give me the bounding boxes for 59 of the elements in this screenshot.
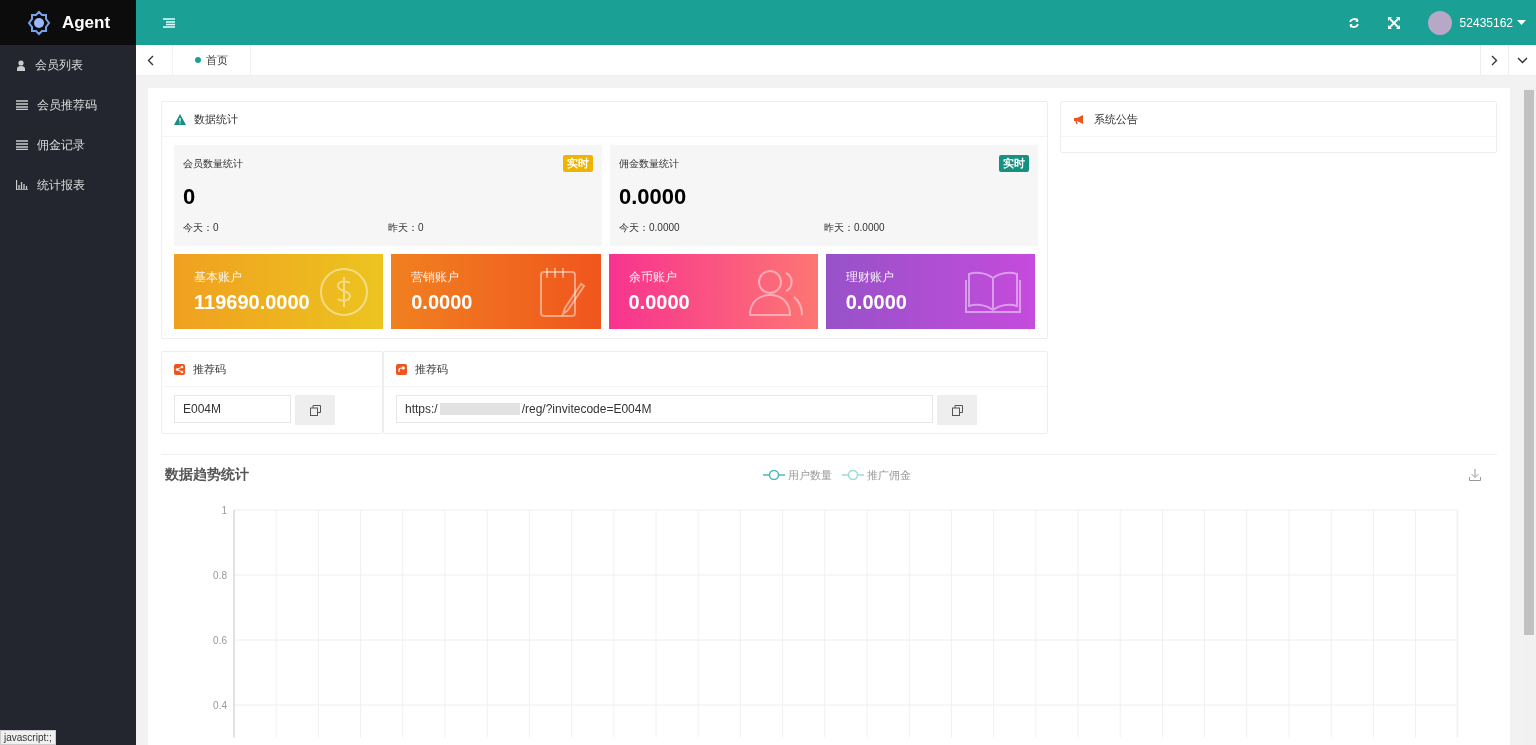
account-value: 0.0000	[411, 291, 473, 314]
y-tick-label: 1	[221, 505, 227, 516]
badge: 实时	[563, 155, 593, 172]
copy-button[interactable]	[937, 395, 977, 425]
tab[interactable]: 首页	[172, 45, 251, 75]
y-tick-label: 0.8	[213, 570, 227, 581]
share-icon	[174, 363, 185, 375]
list-icon	[16, 100, 28, 110]
copy-button[interactable]	[295, 395, 335, 425]
caret-icon[interactable]	[1517, 19, 1526, 26]
sidebar-item[interactable]: 佣金记录	[0, 125, 136, 165]
badge: 实时	[999, 155, 1029, 172]
summary-title: 佣金数量统计	[619, 156, 679, 171]
y-tick-label: 0.6	[213, 635, 227, 646]
card-title: 推荐码	[193, 361, 226, 377]
referral-link-field[interactable]: https:/ /reg/?invitecode=E004M	[396, 395, 933, 423]
account-value: 119690.0000	[194, 291, 310, 314]
list-icon	[16, 140, 28, 150]
sidebar-item[interactable]: 统计报表	[0, 165, 136, 205]
chevron-right-icon	[1491, 54, 1498, 66]
status-bar-text: javascript:;	[0, 730, 56, 745]
open-book-icon	[965, 269, 1021, 314]
warning-icon	[174, 113, 186, 125]
today-count: 今天：0	[183, 221, 220, 235]
megaphone-icon	[1073, 113, 1086, 125]
chevron-down-icon	[1517, 56, 1528, 64]
summary-title: 会员数量统计	[183, 156, 243, 171]
chart-title: 数据趋势统计	[165, 466, 250, 484]
summary-value: 0	[183, 184, 197, 210]
copy-icon	[309, 404, 321, 416]
copy-icon	[951, 404, 963, 416]
account-label: 理财账户	[845, 269, 895, 286]
account-value: 0.0000	[628, 291, 690, 314]
share-arrow-icon	[396, 363, 407, 375]
download-icon[interactable]	[1469, 469, 1481, 481]
user-icon	[16, 59, 26, 71]
yesterday-count: 昨天：0.0000	[824, 221, 886, 235]
refresh-icon[interactable]	[1347, 16, 1360, 29]
referral-code-field[interactable]: E004M	[174, 395, 291, 423]
yesterday-count: 昨天：0	[388, 221, 425, 235]
today-count: 今天：0.0000	[619, 221, 681, 235]
y-tick-label: 0.4	[213, 700, 227, 711]
account-value: 0.0000	[845, 291, 907, 314]
account-label: 营销账户	[411, 269, 461, 286]
card-title: 系统公告	[1094, 111, 1138, 127]
fullscreen-icon[interactable]	[1387, 16, 1400, 29]
menu-icon[interactable]	[163, 17, 175, 28]
sidebar-item[interactable]: 会员列表	[0, 45, 136, 85]
account-label: 余币账户	[628, 269, 678, 286]
summary-value: 0.0000	[619, 184, 688, 210]
chevron-left-icon	[146, 54, 154, 66]
sidebar-item[interactable]: 会员推荐码	[0, 85, 136, 125]
bar-chart-icon	[16, 180, 28, 190]
account-label: 基本账户	[194, 269, 243, 286]
card-title: 推荐码	[415, 361, 448, 377]
dollar-coin-icon	[319, 266, 370, 317]
gear-logo-icon	[25, 9, 52, 36]
card-title: 数据统计	[194, 111, 238, 127]
brand-name: Agent	[61, 12, 111, 33]
